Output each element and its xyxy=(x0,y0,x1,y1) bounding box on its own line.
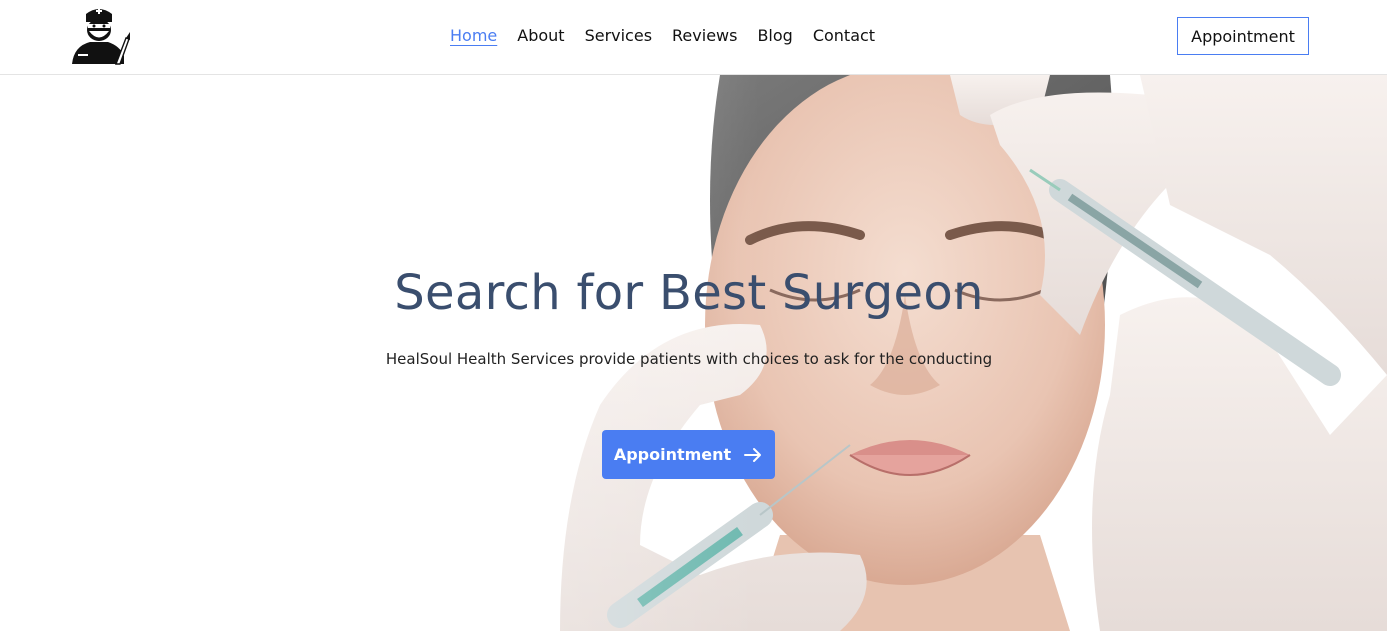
hero-content: Search for Best Surgeon HealSoul Health … xyxy=(0,75,1387,631)
nav-blog[interactable]: Blog xyxy=(757,26,792,46)
hero-subtitle: HealSoul Health Services provide patient… xyxy=(385,350,993,368)
nav-services[interactable]: Services xyxy=(585,26,652,46)
nav-home[interactable]: Home xyxy=(450,26,497,46)
nav-contact[interactable]: Contact xyxy=(813,26,875,46)
arrow-right-icon xyxy=(744,447,762,462)
hero-appointment-button[interactable]: Appointment xyxy=(602,430,775,479)
main-nav: Home About Services Reviews Blog Contact xyxy=(450,26,875,46)
hero-appointment-label: Appointment xyxy=(613,445,732,464)
hero-title: Search for Best Surgeon xyxy=(394,265,984,321)
nav-about[interactable]: About xyxy=(517,26,564,46)
header-appointment-button[interactable]: Appointment xyxy=(1177,17,1309,55)
surgeon-logo-icon[interactable] xyxy=(66,4,132,68)
hero-section: Search for Best Surgeon HealSoul Health … xyxy=(0,75,1387,631)
site-header: Home About Services Reviews Blog Contact… xyxy=(0,0,1387,75)
nav-reviews[interactable]: Reviews xyxy=(672,26,737,46)
